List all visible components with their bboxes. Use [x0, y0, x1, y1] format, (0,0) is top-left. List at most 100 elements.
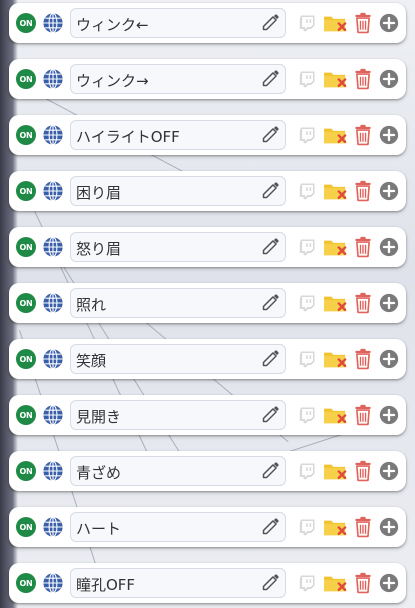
folder-remove-icon[interactable]	[323, 124, 349, 146]
trash-icon[interactable]	[354, 572, 372, 594]
expression-name-field[interactable]: ハイライトOFF	[70, 120, 286, 150]
expression-row: ON ウィンク→	[9, 59, 406, 99]
twitch-icon[interactable]	[298, 69, 316, 89]
plus-circle-icon[interactable]	[379, 349, 399, 369]
pencil-icon[interactable]	[261, 180, 281, 200]
expression-name: ウィンク→	[76, 72, 149, 90]
expression-name-field[interactable]: 青ざめ	[70, 456, 286, 486]
on-badge-icon[interactable]: ON	[16, 349, 36, 369]
pencil-icon[interactable]	[261, 460, 281, 480]
expression-name: 怒り眉	[76, 240, 122, 258]
plus-circle-icon[interactable]	[379, 517, 399, 537]
on-badge-icon[interactable]: ON	[16, 293, 36, 313]
expression-name-field[interactable]: 怒り眉	[70, 232, 286, 262]
pencil-icon[interactable]	[261, 516, 281, 536]
globe-icon[interactable]	[42, 180, 64, 202]
on-badge-icon[interactable]: ON	[16, 13, 36, 33]
twitch-icon[interactable]	[298, 125, 316, 145]
plus-circle-icon[interactable]	[379, 125, 399, 145]
expression-name: 見開き	[76, 408, 122, 426]
folder-remove-icon[interactable]	[323, 572, 349, 594]
expression-row: ON 照れ	[9, 283, 406, 323]
pencil-icon[interactable]	[261, 572, 281, 592]
twitch-icon[interactable]	[298, 293, 316, 313]
globe-icon[interactable]	[42, 124, 64, 146]
expression-name-field[interactable]: ハート	[70, 512, 286, 542]
plus-circle-icon[interactable]	[379, 461, 399, 481]
on-badge-icon[interactable]: ON	[16, 517, 36, 537]
pencil-icon[interactable]	[261, 12, 281, 32]
plus-circle-icon[interactable]	[379, 293, 399, 313]
trash-icon[interactable]	[354, 124, 372, 146]
plus-circle-icon[interactable]	[379, 69, 399, 89]
pencil-icon[interactable]	[261, 292, 281, 312]
globe-icon[interactable]	[42, 68, 64, 90]
expression-row: ON 青ざめ	[9, 451, 406, 491]
folder-remove-icon[interactable]	[323, 348, 349, 370]
plus-circle-icon[interactable]	[379, 181, 399, 201]
trash-icon[interactable]	[354, 404, 372, 426]
plus-circle-icon[interactable]	[379, 405, 399, 425]
globe-icon[interactable]	[42, 236, 64, 258]
trash-icon[interactable]	[354, 12, 372, 34]
globe-icon[interactable]	[42, 460, 64, 482]
pencil-icon[interactable]	[261, 348, 281, 368]
expression-name: 照れ	[76, 296, 107, 314]
globe-icon[interactable]	[42, 404, 64, 426]
on-badge-icon[interactable]: ON	[16, 181, 36, 201]
expression-row: ON 瞳孔OFF	[9, 563, 406, 603]
plus-circle-icon[interactable]	[379, 13, 399, 33]
on-badge-icon[interactable]: ON	[16, 125, 36, 145]
folder-remove-icon[interactable]	[323, 460, 349, 482]
folder-remove-icon[interactable]	[323, 516, 349, 538]
folder-remove-icon[interactable]	[323, 68, 349, 90]
trash-icon[interactable]	[354, 180, 372, 202]
on-badge-icon[interactable]: ON	[16, 237, 36, 257]
plus-circle-icon[interactable]	[379, 237, 399, 257]
trash-icon[interactable]	[354, 460, 372, 482]
folder-remove-icon[interactable]	[323, 12, 349, 34]
on-badge-icon[interactable]: ON	[16, 69, 36, 89]
expression-name-field[interactable]: 照れ	[70, 288, 286, 318]
expression-row: ON ハイライトOFF	[9, 115, 406, 155]
expression-name-field[interactable]: 困り眉	[70, 176, 286, 206]
pencil-icon[interactable]	[261, 236, 281, 256]
pencil-icon[interactable]	[261, 124, 281, 144]
folder-remove-icon[interactable]	[323, 236, 349, 258]
folder-remove-icon[interactable]	[323, 180, 349, 202]
globe-icon[interactable]	[42, 572, 64, 594]
trash-icon[interactable]	[354, 516, 372, 538]
on-badge-icon[interactable]: ON	[16, 405, 36, 425]
folder-remove-icon[interactable]	[323, 292, 349, 314]
globe-icon[interactable]	[42, 348, 64, 370]
expression-name-field[interactable]: 見開き	[70, 400, 286, 430]
twitch-icon[interactable]	[298, 517, 316, 537]
on-badge-icon[interactable]: ON	[16, 461, 36, 481]
pencil-icon[interactable]	[261, 404, 281, 424]
on-badge-icon[interactable]: ON	[16, 573, 36, 593]
expression-name: 困り眉	[76, 184, 122, 202]
globe-icon[interactable]	[42, 516, 64, 538]
expression-row: ON 困り眉	[9, 171, 406, 211]
trash-icon[interactable]	[354, 236, 372, 258]
trash-icon[interactable]	[354, 348, 372, 370]
trash-icon[interactable]	[354, 292, 372, 314]
twitch-icon[interactable]	[298, 349, 316, 369]
folder-remove-icon[interactable]	[323, 404, 349, 426]
twitch-icon[interactable]	[298, 405, 316, 425]
twitch-icon[interactable]	[298, 181, 316, 201]
twitch-icon[interactable]	[298, 573, 316, 593]
globe-icon[interactable]	[42, 292, 64, 314]
expression-name-field[interactable]: ウィンク→	[70, 64, 286, 94]
globe-icon[interactable]	[42, 12, 64, 34]
twitch-icon[interactable]	[298, 461, 316, 481]
expression-name: 瞳孔OFF	[76, 576, 136, 594]
expression-name-field[interactable]: ウィンク←	[70, 8, 286, 38]
trash-icon[interactable]	[354, 68, 372, 90]
expression-name-field[interactable]: 笑顔	[70, 344, 286, 374]
expression-name-field[interactable]: 瞳孔OFF	[70, 568, 286, 598]
twitch-icon[interactable]	[298, 237, 316, 257]
pencil-icon[interactable]	[261, 68, 281, 88]
twitch-icon[interactable]	[298, 13, 316, 33]
plus-circle-icon[interactable]	[379, 573, 399, 593]
